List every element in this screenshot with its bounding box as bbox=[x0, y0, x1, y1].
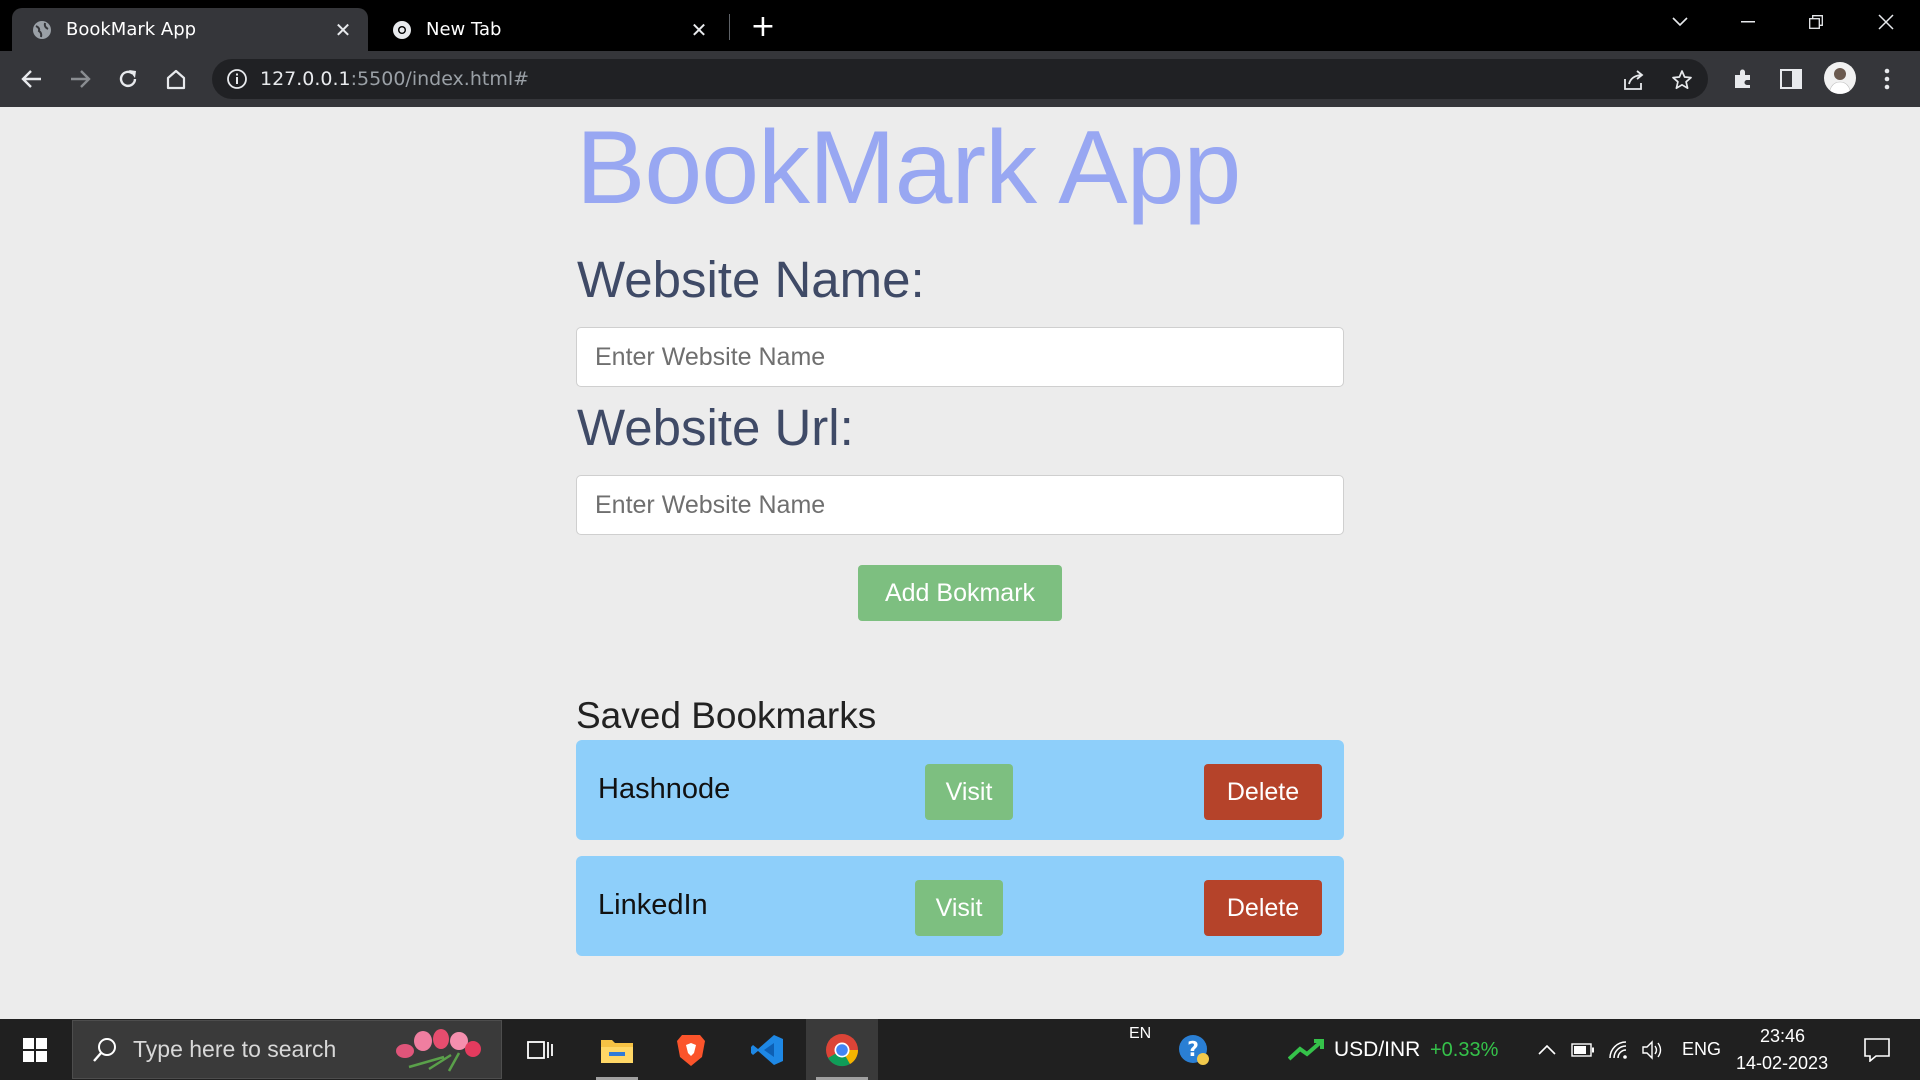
search-icon bbox=[91, 1036, 119, 1064]
side-panel-icon[interactable] bbox=[1776, 64, 1806, 94]
add-bookmark-button[interactable]: Add Bokmark bbox=[858, 565, 1062, 621]
url-text: 127.0.0.1:5500/index.html# bbox=[260, 68, 529, 90]
tab-search-chevron-icon[interactable] bbox=[1652, 0, 1708, 44]
close-icon[interactable]: ✕ bbox=[684, 15, 714, 45]
file-explorer-icon[interactable] bbox=[586, 1019, 648, 1080]
saved-bookmarks-heading: Saved Bookmarks bbox=[576, 695, 877, 736]
currency-ticker-label[interactable]: USD/INR bbox=[1334, 1038, 1420, 1062]
bookmark-star-icon[interactable] bbox=[1670, 68, 1694, 92]
delete-button[interactable]: Delete bbox=[1204, 880, 1322, 936]
windows-start-icon[interactable] bbox=[0, 1019, 70, 1080]
windows-taskbar: Type here to search EN ? USD/INR +0.33% … bbox=[0, 1019, 1920, 1080]
notifications-icon[interactable] bbox=[1852, 1019, 1902, 1080]
chrome-icon bbox=[392, 20, 412, 40]
website-name-label: Website Name: bbox=[577, 251, 925, 308]
help-icon[interactable]: ? bbox=[1170, 1019, 1218, 1080]
tab-bookmark-app[interactable]: BookMark App ✕ bbox=[12, 8, 368, 51]
share-icon[interactable] bbox=[1622, 68, 1646, 92]
bookmark-app-page: BookMark App Website Name: Website Url: … bbox=[0, 107, 1920, 1019]
vscode-icon[interactable] bbox=[736, 1019, 798, 1080]
home-icon[interactable] bbox=[158, 61, 194, 97]
bookmark-card: LinkedIn Visit Delete bbox=[576, 856, 1344, 956]
wifi-icon[interactable] bbox=[1604, 1019, 1634, 1080]
bookmark-name: Hashnode bbox=[598, 773, 731, 805]
new-tab-button[interactable]: + bbox=[747, 9, 779, 44]
input-language-indicator[interactable]: ENG bbox=[1682, 1039, 1721, 1060]
url-path: :5500/index.html# bbox=[350, 68, 530, 90]
bookmark-card: Hashnode Visit Delete bbox=[576, 740, 1344, 840]
stock-trend-icon[interactable] bbox=[1286, 1019, 1326, 1080]
battery-icon[interactable] bbox=[1568, 1019, 1598, 1080]
extensions-icon[interactable] bbox=[1728, 64, 1758, 94]
tab-new-tab[interactable]: New Tab ✕ bbox=[372, 8, 724, 51]
website-name-input[interactable] bbox=[576, 327, 1344, 387]
chevron-up-icon[interactable] bbox=[1532, 1019, 1562, 1080]
website-url-label: Website Url: bbox=[577, 399, 854, 456]
back-icon[interactable] bbox=[14, 61, 50, 97]
tab-title: BookMark App bbox=[66, 19, 197, 40]
profile-avatar[interactable] bbox=[1824, 62, 1856, 94]
more-options-icon[interactable] bbox=[1872, 64, 1902, 94]
visit-button[interactable]: Visit bbox=[925, 764, 1013, 820]
reload-icon[interactable] bbox=[110, 61, 146, 97]
delete-button[interactable]: Delete bbox=[1204, 764, 1322, 820]
bookmark-name: LinkedIn bbox=[598, 889, 708, 921]
visit-button[interactable]: Visit bbox=[915, 880, 1003, 936]
minimize-icon[interactable] bbox=[1720, 0, 1776, 44]
clock-time[interactable]: 23:46 bbox=[1760, 1026, 1805, 1047]
svg-text:?: ? bbox=[1187, 1037, 1199, 1061]
tab-divider bbox=[729, 14, 730, 40]
browser-tab-strip: BookMark App ✕ New Tab ✕ + bbox=[0, 0, 1920, 51]
site-info-icon[interactable] bbox=[226, 68, 248, 90]
globe-icon bbox=[32, 20, 52, 40]
task-view-icon[interactable] bbox=[514, 1019, 566, 1080]
clock-date[interactable]: 14-02-2023 bbox=[1736, 1053, 1828, 1074]
page-title: BookMark App bbox=[576, 110, 1241, 226]
website-url-input[interactable] bbox=[576, 475, 1344, 535]
tulips-decoration-icon bbox=[389, 1027, 489, 1080]
search-placeholder: Type here to search bbox=[133, 1036, 337, 1062]
volume-icon[interactable] bbox=[1638, 1019, 1668, 1080]
window-close-icon[interactable] bbox=[1858, 0, 1914, 44]
forward-icon[interactable] bbox=[62, 61, 98, 97]
browser-toolbar: 127.0.0.1:5500/index.html# bbox=[0, 51, 1920, 107]
taskbar-search-box[interactable]: Type here to search bbox=[72, 1020, 502, 1079]
restore-icon[interactable] bbox=[1788, 0, 1844, 44]
brave-browser-icon[interactable] bbox=[660, 1019, 722, 1080]
currency-ticker-change: +0.33% bbox=[1430, 1039, 1499, 1061]
address-bar[interactable]: 127.0.0.1:5500/index.html# bbox=[212, 59, 1708, 99]
url-host: 127.0.0.1 bbox=[260, 68, 351, 90]
chrome-taskbar-icon[interactable] bbox=[806, 1019, 878, 1080]
close-icon[interactable]: ✕ bbox=[328, 15, 358, 45]
tab-title: New Tab bbox=[426, 19, 502, 40]
keyboard-layout-indicator[interactable]: EN bbox=[1129, 1025, 1151, 1043]
